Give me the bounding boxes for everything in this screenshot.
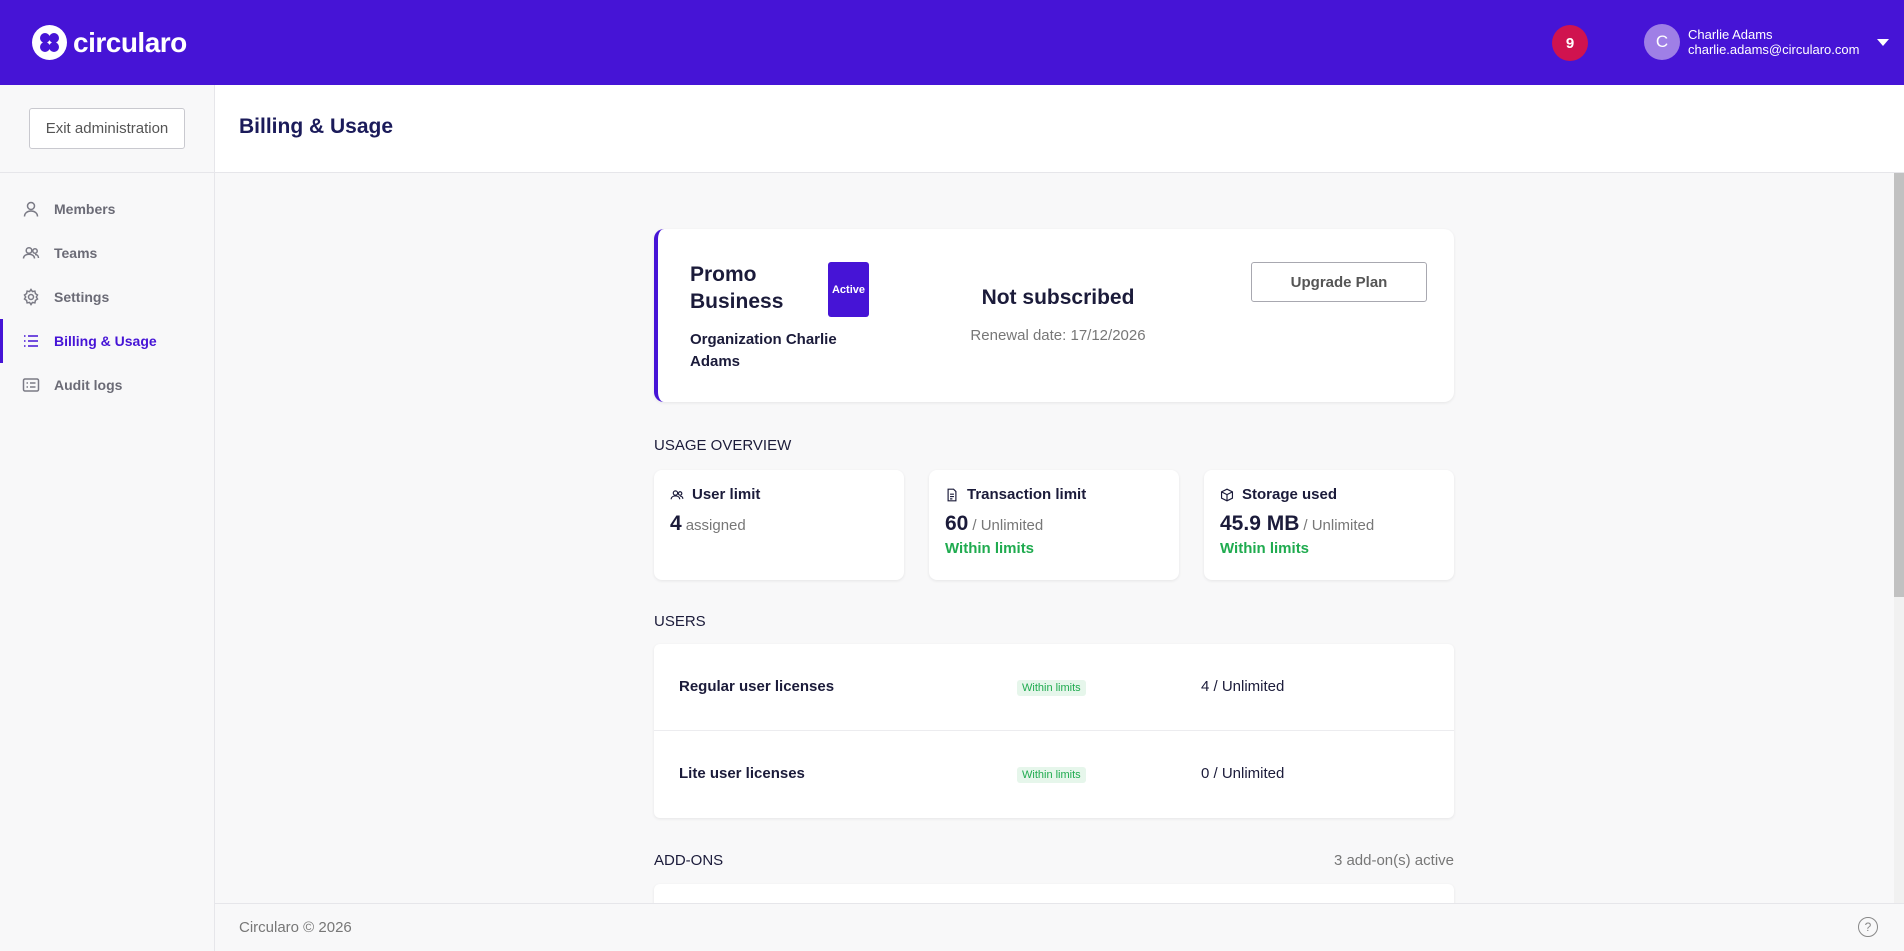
users-icon — [22, 246, 40, 259]
sidebar-item-label: Teams — [54, 245, 98, 261]
avatar: C — [1644, 24, 1680, 60]
user-menu[interactable]: C Charlie Adams charlie.adams@circularo.… — [1644, 24, 1890, 60]
user-info: Charlie Adams charlie.adams@circularo.co… — [1688, 27, 1859, 57]
user-name: Charlie Adams — [1688, 27, 1773, 42]
license-value: 0 / Unlimited — [1201, 765, 1285, 782]
subscription-status: Not subscribed — [981, 286, 1135, 309]
top-bar: circularo 9 C Charlie Adams charlie.adam… — [0, 0, 1904, 85]
logo-icon — [32, 25, 67, 60]
sidebar-item-label: Members — [54, 201, 116, 217]
users-heading: USERS — [654, 613, 706, 630]
usage-status: Within limits — [945, 540, 1035, 557]
scrollbar[interactable] — [1894, 173, 1904, 903]
usage-overview-heading: USAGE OVERVIEW — [654, 437, 792, 454]
usage-card-storage-used: Storage used 45.9 MB / Unlimited Within l… — [1204, 470, 1454, 580]
usage-suffix: / Unlimited — [972, 517, 1044, 534]
help-icon[interactable]: ? — [1858, 917, 1878, 937]
usage-card-transaction-limit: Transaction limit 60/ Unlimited Within l… — [929, 470, 1179, 580]
addons-heading: ADD-ONS — [654, 852, 724, 869]
renewal-date: Renewal date: 17/12/2026 — [970, 327, 1146, 344]
footer: Circularo © 2026 ? — [215, 903, 1904, 951]
sidebar-item-teams[interactable]: Teams — [0, 231, 214, 275]
table-row: Regular user licenses Within limits 4 / … — [654, 644, 1454, 731]
document-icon — [947, 488, 957, 501]
page-header: Billing & Usage — [215, 85, 1904, 173]
sidebar: Exit administration Members Teams Settin… — [0, 85, 215, 951]
usage-value: 45.9 MB — [1220, 512, 1300, 535]
page-title: Billing & Usage — [239, 115, 394, 138]
users-table: Regular user licenses Within limits 4 / … — [654, 644, 1454, 818]
exit-administration-button[interactable]: Exit administration — [29, 108, 185, 149]
user-icon — [23, 201, 39, 217]
status-badge: Active — [828, 262, 869, 317]
addons-list — [654, 884, 1454, 903]
sidebar-item-label: Billing & Usage — [54, 333, 157, 349]
upgrade-plan-button[interactable]: Upgrade Plan — [1251, 262, 1427, 302]
sidebar-item-settings[interactable]: Settings — [0, 275, 214, 319]
gear-icon — [23, 288, 39, 306]
user-email: charlie.adams@circularo.com — [1688, 42, 1860, 57]
sidebar-nav: Members Teams Settings Billing & Usage A… — [0, 187, 214, 407]
usage-suffix: assigned — [685, 517, 746, 534]
main-content: Promo Business Active Organization Charl… — [215, 173, 1904, 903]
license-name: Lite user licenses — [679, 765, 805, 782]
scrollbar-thumb[interactable] — [1894, 173, 1904, 597]
status-badge: Within limits — [1017, 680, 1086, 696]
usage-card-title: User limit — [692, 486, 761, 503]
brand-name: circularo — [73, 26, 187, 58]
table-row: Lite user licenses Within limits 0 / Unl… — [654, 731, 1454, 818]
log-icon — [22, 378, 40, 392]
box-icon — [1220, 488, 1234, 501]
organization-name: Organization Charlie Adams — [690, 331, 837, 370]
sidebar-item-audit-logs[interactable]: Audit logs — [0, 363, 214, 407]
license-name: Regular user licenses — [679, 678, 835, 695]
plan-card: Promo Business Active Organization Charl… — [654, 229, 1454, 402]
sidebar-item-members[interactable]: Members — [0, 187, 214, 231]
usage-status: Within limits — [1220, 540, 1310, 557]
license-value: 4 / Unlimited — [1201, 678, 1285, 695]
sidebar-item-label: Settings — [54, 289, 110, 305]
status-badge: Within limits — [1017, 767, 1086, 783]
usage-card-user-limit: User limit 4 assigned — [654, 470, 904, 580]
usage-suffix: / Unlimited — [1303, 517, 1375, 534]
addons-count: 3 add-on(s) active — [1333, 852, 1454, 869]
notifications-badge[interactable]: 9 — [1552, 25, 1588, 61]
copyright: Circularo © 2026 — [239, 919, 352, 936]
users-icon — [670, 489, 684, 499]
list-icon — [24, 335, 38, 347]
sidebar-item-billing-usage[interactable]: Billing & Usage — [0, 319, 214, 363]
usage-card-title: Transaction limit — [967, 486, 1087, 503]
sidebar-item-label: Audit logs — [54, 377, 123, 393]
plan-name: Promo Business — [690, 263, 784, 313]
chevron-down-icon — [1877, 38, 1890, 46]
usage-value: 60 — [945, 512, 969, 535]
brand-logo[interactable]: circularo — [32, 25, 187, 60]
usage-value: 4 — [670, 512, 682, 535]
usage-card-title: Storage used — [1242, 486, 1338, 503]
